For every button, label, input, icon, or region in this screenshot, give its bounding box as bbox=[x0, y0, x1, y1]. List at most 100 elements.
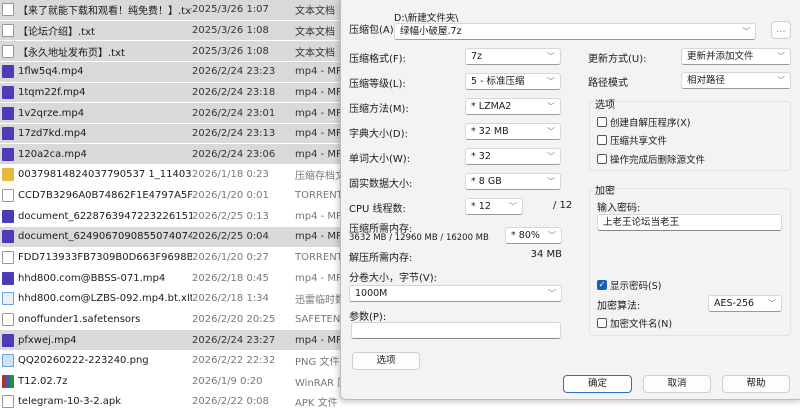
file-date: 2026/2/24 23:27 bbox=[192, 334, 276, 346]
chevron-down-icon: ﹀ bbox=[547, 152, 555, 161]
level-select[interactable]: 5 - 标准压缩 ﹀ bbox=[465, 73, 561, 90]
algorithm-select[interactable]: AES-256 ﹀ bbox=[708, 295, 782, 312]
file-type: mp4 - MP bbox=[295, 231, 343, 243]
file-name: T12.02.7z bbox=[18, 375, 68, 387]
update-label: 更新方式(U): bbox=[588, 54, 647, 65]
file-name: pfxwej.mp4 bbox=[18, 334, 77, 346]
cancel-button[interactable]: 取消 bbox=[643, 375, 711, 393]
chevron-down-icon: ﹀ bbox=[548, 231, 556, 240]
solid-label: 固实数据大小: bbox=[349, 179, 413, 190]
file-date: 2026/2/22 22:32 bbox=[192, 355, 276, 367]
sfx-checkbox[interactable]: 创建自解压程序(X) bbox=[597, 115, 690, 129]
file-name: 17zd7kd.mp4 bbox=[18, 128, 87, 140]
file-row[interactable]: 【永久地址发布页】.txt 2025/3/26 1:08 文本文档 bbox=[0, 41, 345, 62]
file-row[interactable]: QQ20260222-223240.png 2026/2/22 22:32 PNG … bbox=[0, 351, 345, 372]
png-file-icon bbox=[2, 354, 14, 368]
file-row[interactable]: 1v2qrze.mp4 2026/2/24 23:01 mp4 - MP bbox=[0, 103, 345, 124]
file-row[interactable]: document_6228763947223226151.mp42026/2/2… bbox=[0, 206, 345, 228]
file-row[interactable]: 【来了就能下载和观看！纯免费！】.txt 2025/3/26 1:07 文本文档 bbox=[0, 0, 345, 21]
file-row[interactable]: FDD713933FB7309B0D663F9698B366...2026/1/… bbox=[0, 248, 345, 269]
file-date: 2026/2/20 20:25 bbox=[192, 313, 276, 325]
file-type: APK 文件 bbox=[295, 398, 338, 410]
solid-select[interactable]: * 8 GB ﹀ bbox=[465, 173, 561, 190]
file-row[interactable]: 1tqm22f.mp4 2026/2/24 23:18 mp4 - MP bbox=[0, 82, 345, 104]
file-name: CCD7B3296A0B74862F1E4797A5F6EE... bbox=[18, 190, 192, 202]
split-label: 分卷大小，字节(V): bbox=[349, 273, 438, 284]
file-row[interactable]: telegram-10-3-2.apk 2026/2/22 0:08 APK 文件 bbox=[0, 392, 345, 413]
file-row[interactable]: 00379814824037790537 1_114033220...2026/… bbox=[0, 165, 345, 186]
file-type: PNG 文件 bbox=[295, 357, 340, 369]
file-date: 2026/1/18 0:23 bbox=[192, 169, 269, 181]
file-type: 文本文档 bbox=[295, 6, 335, 18]
method-label: 压缩方法(M): bbox=[349, 104, 409, 115]
archive-path: D:\新建文件夹\ bbox=[394, 13, 459, 24]
params-input[interactable] bbox=[351, 322, 561, 339]
file-row[interactable]: 17zd7kd.mp4 2026/2/24 23:13 mp4 - MP bbox=[0, 123, 345, 145]
file-name: 1tqm22f.mp4 bbox=[18, 86, 86, 98]
file-type: mp4 - MP bbox=[295, 334, 343, 346]
file-name: QQ20260222-223240.png bbox=[18, 355, 149, 367]
file-row[interactable]: T12.02.7z 2026/1/9 0:20 WinRAR 压 bbox=[0, 372, 345, 393]
rar-file-icon bbox=[2, 374, 14, 388]
file-date: 2026/2/24 23:01 bbox=[192, 107, 276, 119]
path-mode-label: 路径模式 bbox=[588, 78, 628, 89]
mp4-file-icon bbox=[2, 209, 14, 223]
file-row[interactable]: onoffunder1.safetensors 2026/2/20 20:25 SA… bbox=[0, 310, 345, 331]
browse-button[interactable]: ... bbox=[771, 21, 791, 39]
update-select[interactable]: 更新并添加文件 ﹀ bbox=[681, 48, 791, 65]
file-row[interactable]: document_6249067090855074074.mp42026/2/2… bbox=[0, 227, 345, 248]
chevron-down-icon: ﹀ bbox=[547, 102, 555, 111]
file-row[interactable]: pfxwej.mp4 2026/2/24 23:27 mp4 - MP bbox=[0, 330, 345, 351]
delete-after-checkbox[interactable]: 操作完成后删除源文件 bbox=[597, 152, 705, 166]
path-mode-select[interactable]: 相对路径 ﹀ bbox=[681, 72, 791, 89]
mem-percent-select[interactable]: * 80% ﹀ bbox=[505, 227, 562, 244]
file-date: 2026/2/18 0:45 bbox=[192, 272, 269, 284]
file-row[interactable]: 120a2ca.mp4 2026/2/24 23:06 mp4 - MP bbox=[0, 144, 345, 166]
file-name: telegram-10-3-2.apk bbox=[18, 396, 122, 408]
split-select[interactable]: 1000M ﹀ bbox=[349, 285, 562, 302]
file-row[interactable]: 【论坛介绍】.txt 2025/3/26 1:08 文本文档 bbox=[0, 20, 345, 42]
decompress-mem-value: 34 MB bbox=[530, 249, 562, 260]
txt-file-icon bbox=[2, 3, 14, 17]
file-file-icon bbox=[2, 395, 14, 409]
file-name: document_6228763947223226151.mp4 bbox=[18, 210, 192, 222]
chevron-down-icon: ﹀ bbox=[547, 52, 555, 61]
xltd-file-icon bbox=[2, 292, 14, 306]
mp4-file-icon bbox=[2, 271, 14, 285]
archive-label: 压缩包(A) bbox=[349, 25, 394, 36]
file-name: 1v2qrze.mp4 bbox=[18, 107, 85, 119]
file-date: 2025/3/26 1:08 bbox=[192, 24, 269, 36]
file-type: mp4 - MP bbox=[295, 86, 343, 98]
file-date: 2026/2/25 0:13 bbox=[192, 210, 269, 222]
archive-name-combo[interactable]: 绿幅小破屋.7z ﹀ bbox=[394, 23, 756, 40]
file-name: hhd800.com@LZBS-092.mp4.bt.xltd bbox=[18, 293, 192, 305]
file-type: mp4 - MP bbox=[295, 66, 343, 78]
password-input[interactable]: 上老王论坛当老王 bbox=[597, 214, 782, 231]
file-row[interactable]: hhd800.com@LZBS-092.mp4.bt.xltd 2026/2/18… bbox=[0, 289, 345, 310]
method-select[interactable]: * LZMA2 ﹀ bbox=[465, 98, 561, 115]
mp4-file-icon bbox=[2, 333, 14, 347]
cpu-select[interactable]: * 12 ﹀ bbox=[465, 198, 523, 215]
chevron-down-icon: ﹀ bbox=[777, 52, 785, 61]
file-date: 2026/1/9 0:20 bbox=[192, 375, 263, 387]
format-select[interactable]: 7z ﹀ bbox=[465, 48, 561, 65]
help-button[interactable]: 帮助 bbox=[722, 375, 790, 393]
shared-files-checkbox[interactable]: 压缩共享文件 bbox=[597, 133, 667, 147]
file-row[interactable]: CCD7B3296A0B74862F1E4797A5F6EE...2026/1/… bbox=[0, 186, 345, 207]
file-date: 2026/2/18 1:34 bbox=[192, 293, 269, 305]
word-select[interactable]: * 32 ﹀ bbox=[465, 148, 561, 165]
encrypt-names-checkbox[interactable]: 加密文件名(N) bbox=[597, 316, 672, 330]
ok-button[interactable]: 确定 bbox=[563, 375, 632, 393]
options-button[interactable]: 选项 bbox=[352, 352, 420, 370]
file-date: 2026/2/24 23:18 bbox=[192, 86, 276, 98]
show-password-checkbox[interactable]: ✓ 显示密码(S) bbox=[597, 278, 661, 292]
dict-select[interactable]: * 32 MB ﹀ bbox=[465, 123, 561, 140]
file-type: mp4 - MP bbox=[295, 128, 343, 140]
file-type: TORRENT bbox=[295, 190, 343, 202]
file-type: mp4 - MP bbox=[295, 107, 343, 119]
params-label: 参数(P): bbox=[349, 312, 387, 323]
file-date: 2026/2/24 23:06 bbox=[192, 148, 276, 160]
file-row[interactable]: 1flw5q4.mp4 2026/2/24 23:23 mp4 - MP bbox=[0, 61, 345, 83]
file-row[interactable]: hhd800.com@BBSS-071.mp4 2026/2/18 0:45 mp4… bbox=[0, 268, 345, 289]
cpu-label: CPU 线程数: bbox=[349, 204, 406, 215]
